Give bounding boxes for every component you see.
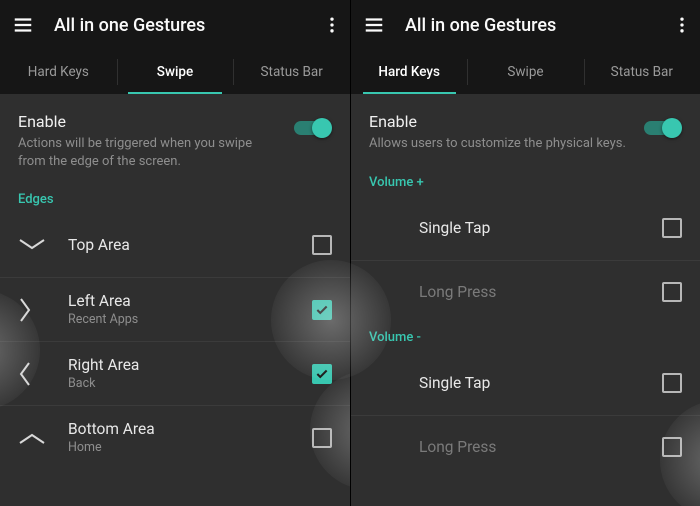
app-bar: All in one Gestures bbox=[0, 0, 350, 50]
edge-row-top[interactable]: Top Area bbox=[0, 213, 350, 277]
tab-hard-keys[interactable]: Hard Keys bbox=[351, 50, 467, 94]
app-title: All in one Gestures bbox=[54, 15, 302, 36]
checkbox[interactable] bbox=[662, 282, 682, 302]
hamburger-icon[interactable] bbox=[12, 14, 34, 36]
volplus-single-tap[interactable]: Single Tap bbox=[351, 196, 700, 260]
tab-swipe[interactable]: Swipe bbox=[117, 50, 234, 94]
tab-swipe[interactable]: Swipe bbox=[467, 50, 583, 94]
arrow-down-icon bbox=[18, 238, 68, 252]
checkbox[interactable] bbox=[312, 235, 332, 255]
arrow-left-icon bbox=[18, 360, 68, 388]
enable-switch[interactable] bbox=[644, 118, 682, 138]
pane-hardkeys: All in one Gestures Hard Keys Swipe Stat… bbox=[350, 0, 700, 506]
tab-bar: Hard Keys Swipe Status Bar bbox=[351, 50, 700, 94]
enable-title: Enable bbox=[369, 112, 630, 131]
section-label-edges: Edges bbox=[0, 186, 350, 213]
checkbox[interactable] bbox=[312, 300, 332, 320]
overflow-icon[interactable] bbox=[322, 15, 342, 35]
arrow-right-icon bbox=[18, 296, 68, 324]
section-label-volume-plus: Volume + bbox=[351, 169, 700, 196]
tab-bar: Hard Keys Swipe Status Bar bbox=[0, 50, 350, 94]
edge-row-bottom[interactable]: Bottom AreaHome bbox=[0, 405, 350, 469]
app-bar: All in one Gestures bbox=[351, 0, 700, 50]
volminus-single-tap[interactable]: Single Tap bbox=[351, 351, 700, 415]
content-area: Enable Actions will be triggered when yo… bbox=[0, 94, 350, 506]
content-area: Enable Allows users to customize the phy… bbox=[351, 94, 700, 506]
enable-row[interactable]: Enable Actions will be triggered when yo… bbox=[0, 94, 350, 186]
checkbox[interactable] bbox=[662, 437, 682, 457]
enable-switch[interactable] bbox=[294, 118, 332, 138]
pane-swipe: All in one Gestures Hard Keys Swipe Stat… bbox=[0, 0, 350, 506]
tab-status-bar[interactable]: Status Bar bbox=[584, 50, 700, 94]
enable-desc: Allows users to customize the physical k… bbox=[369, 135, 630, 153]
arrow-up-icon bbox=[18, 431, 68, 445]
edge-row-left[interactable]: Left AreaRecent Apps bbox=[0, 277, 350, 341]
hamburger-icon[interactable] bbox=[363, 14, 385, 36]
volplus-long-press[interactable]: Long Press bbox=[351, 260, 700, 324]
overflow-icon[interactable] bbox=[672, 15, 692, 35]
checkbox[interactable] bbox=[662, 218, 682, 238]
volminus-long-press[interactable]: Long Press bbox=[351, 415, 700, 479]
checkbox[interactable] bbox=[312, 364, 332, 384]
section-label-volume-minus: Volume - bbox=[351, 324, 700, 351]
tab-hard-keys[interactable]: Hard Keys bbox=[0, 50, 117, 94]
enable-row[interactable]: Enable Allows users to customize the phy… bbox=[351, 94, 700, 169]
app-title: All in one Gestures bbox=[405, 15, 652, 36]
checkbox[interactable] bbox=[662, 373, 682, 393]
enable-desc: Actions will be triggered when you swipe… bbox=[18, 135, 280, 170]
checkbox[interactable] bbox=[312, 428, 332, 448]
edge-row-right[interactable]: Right AreaBack bbox=[0, 341, 350, 405]
enable-title: Enable bbox=[18, 112, 280, 131]
tab-status-bar[interactable]: Status Bar bbox=[233, 50, 350, 94]
